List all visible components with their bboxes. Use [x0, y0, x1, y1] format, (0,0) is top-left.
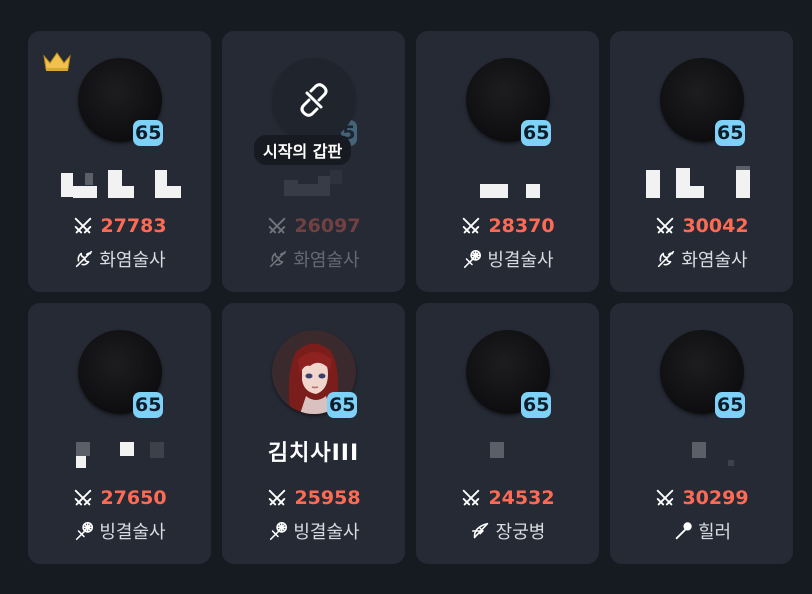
party-member-card[interactable]: 65 24532 장궁병 — [416, 303, 599, 564]
ice-mage-icon — [267, 520, 289, 542]
combat-power: 26097 — [222, 215, 405, 237]
party-member-card[interactable]: 65 27650 빙결술사 — [28, 303, 211, 564]
name-redacted — [610, 166, 793, 198]
combat-power: 27650 — [28, 487, 211, 509]
party-member-card[interactable]: 65 28370 빙결술사 — [416, 31, 599, 292]
class-label: 빙결술사 — [99, 522, 166, 543]
class-info: 빙결술사 — [222, 518, 405, 544]
combat-power-value: 24532 — [488, 487, 555, 509]
combat-power: 30042 — [610, 215, 793, 237]
class-info: 힐러 — [610, 518, 793, 544]
player-name: 김치사III — [267, 441, 360, 466]
fire-mage-icon — [73, 248, 95, 270]
combat-power-value: 25958 — [294, 487, 361, 509]
name-redacted — [416, 166, 599, 198]
level-badge: 65 — [327, 120, 358, 146]
class-info: 화염술사 — [610, 246, 793, 272]
crossed-swords-icon — [654, 487, 676, 509]
longbow-icon — [470, 520, 492, 542]
level-badge: 65 — [715, 392, 746, 418]
level-badge: 65 — [715, 120, 746, 146]
crossed-swords-icon — [72, 487, 94, 509]
class-label: 화염술사 — [293, 250, 360, 271]
class-info: 화염술사 — [222, 246, 405, 272]
combat-power-value: 28370 — [488, 215, 555, 237]
class-info: 빙결술사 — [28, 518, 211, 544]
crossed-swords-icon — [460, 487, 482, 509]
fire-mage-icon — [655, 248, 677, 270]
crossed-swords-icon — [654, 215, 676, 237]
combat-power: 24532 — [416, 487, 599, 509]
class-info: 빙결술사 — [416, 246, 599, 272]
ice-mage-icon — [73, 520, 95, 542]
party-member-card[interactable]: 65 30299 힐러 — [610, 303, 793, 564]
combat-power: 28370 — [416, 215, 599, 237]
crossed-swords-icon — [72, 215, 94, 237]
combat-power-value: 27650 — [100, 487, 167, 509]
crossed-swords-icon — [460, 215, 482, 237]
class-label: 장궁병 — [495, 522, 546, 543]
ice-mage-icon — [461, 248, 483, 270]
crossed-swords-icon — [266, 215, 288, 237]
level-badge: 65 — [521, 392, 552, 418]
crown-icon — [43, 52, 71, 71]
combat-power-value: 30299 — [682, 487, 749, 509]
level-badge: 65 — [133, 120, 164, 146]
class-label: 화염술사 — [99, 250, 166, 271]
class-label: 빙결술사 — [487, 250, 554, 271]
crossed-swords-icon — [266, 487, 288, 509]
combat-power: 30299 — [610, 487, 793, 509]
combat-power-value: 30042 — [682, 215, 749, 237]
party-grid: 65 27783 화염술사 65 26097 화염술사 시작의 갑판 65 28… — [28, 31, 793, 564]
party-member-card[interactable]: 65 26097 화염술사 시작의 갑판 — [222, 31, 405, 292]
level-badge: 65 — [327, 392, 358, 418]
party-member-card[interactable]: 65 김치사III 25958 빙결술사 — [222, 303, 405, 564]
combat-power: 27783 — [28, 215, 211, 237]
fire-mage-icon — [267, 248, 289, 270]
class-label: 힐러 — [697, 522, 732, 543]
class-info: 화염술사 — [28, 246, 211, 272]
name-redacted — [28, 438, 211, 470]
party-member-card[interactable]: 65 30042 화염술사 — [610, 31, 793, 292]
level-badge: 65 — [521, 120, 552, 146]
class-label: 빙결술사 — [293, 522, 360, 543]
combat-power: 25958 — [222, 487, 405, 509]
name-redacted — [416, 438, 599, 470]
name-redacted — [610, 438, 793, 470]
combat-power-value: 27783 — [100, 215, 167, 237]
name-redacted — [28, 166, 211, 198]
combat-power-value: 26097 — [294, 215, 361, 237]
name-redacted — [222, 166, 405, 198]
healer-icon — [672, 520, 694, 542]
party-member-card[interactable]: 65 27783 화염술사 — [28, 31, 211, 292]
class-label: 화염술사 — [681, 250, 748, 271]
level-badge: 65 — [133, 392, 164, 418]
class-info: 장궁병 — [416, 518, 599, 544]
